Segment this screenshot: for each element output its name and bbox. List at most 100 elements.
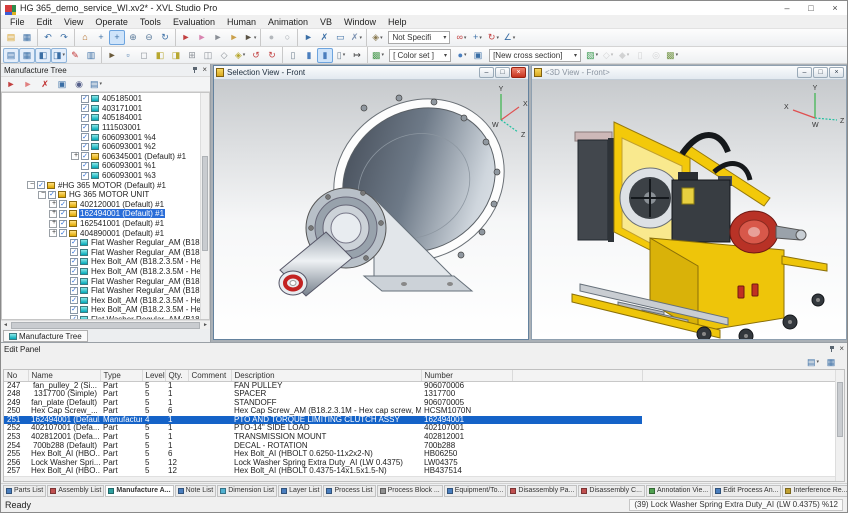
- section-rotate-icon[interactable]: ◇: [600, 48, 616, 63]
- expander-icon[interactable]: [27, 181, 36, 190]
- table-row[interactable]: 254 700b288 (Default) Part 5 1 DECAL - R…: [4, 442, 835, 451]
- menu-item[interactable]: Animation: [262, 17, 314, 27]
- color-set-dropdown[interactable]: [ Color set ]: [389, 48, 452, 62]
- tree-item[interactable]: Flat Washer Regular_AM (B18.22M - Plain …: [2, 238, 200, 248]
- minimize-button[interactable]: –: [775, 1, 799, 15]
- tree-item[interactable]: Flat Washer Regular_AM (B18.22M - Plain …: [2, 315, 200, 319]
- tree-item[interactable]: 606345001 (Default) #1: [2, 152, 200, 162]
- open-file-icon[interactable]: ▤: [3, 30, 19, 45]
- measure-rotate-icon[interactable]: ↻: [485, 30, 501, 45]
- pin-icon[interactable]: [191, 66, 199, 74]
- tree-item[interactable]: Flat Washer Regular_AM (B18.22M - Plain …: [2, 276, 200, 286]
- tree-item[interactable]: 606093001 %1: [2, 161, 200, 171]
- wireframe-icon[interactable]: ▯: [285, 48, 301, 63]
- bottom-tab[interactable]: Assembly List: [47, 484, 105, 497]
- bottom-tab[interactable]: Manufacture A...: [105, 484, 174, 497]
- menu-item[interactable]: View: [58, 17, 89, 27]
- visibility-checkbox[interactable]: [70, 277, 78, 286]
- scrollbar-thumb[interactable]: [837, 382, 843, 437]
- cross-tool2-icon[interactable]: ✗: [348, 30, 364, 45]
- visibility-checkbox[interactable]: [81, 104, 89, 113]
- visibility-checkbox[interactable]: [81, 161, 89, 170]
- view-minimize-button[interactable]: –: [797, 67, 812, 78]
- select-surface-icon[interactable]: ►: [210, 30, 226, 45]
- tree-item[interactable]: Flat Washer Regular_AM (B18.22M - Plain …: [2, 286, 200, 296]
- view-dimetric-icon[interactable]: ◈: [232, 48, 248, 63]
- close-panel-icon[interactable]: ×: [202, 66, 207, 74]
- hidden-line-icon[interactable]: ▯: [333, 48, 349, 63]
- tree-item[interactable]: 405185001: [2, 94, 200, 104]
- tree-item[interactable]: 606093001 %2: [2, 142, 200, 152]
- visibility-checkbox[interactable]: [81, 152, 89, 161]
- table-row[interactable]: 248 1317700 (Simple) Part 5 1 SPACER 131…: [4, 390, 835, 399]
- maximize-button[interactable]: □: [799, 1, 823, 15]
- table-row[interactable]: 257 Hex Bolt_AI (HBO... Part 5 12 Hex Bo…: [4, 467, 835, 476]
- select-group-icon[interactable]: ►: [226, 30, 242, 45]
- view3d-viewport[interactable]: Y X Z W: [532, 80, 846, 339]
- tree-item[interactable]: 606093001 %4: [2, 132, 200, 142]
- visibility-checkbox[interactable]: [70, 248, 78, 257]
- menu-item[interactable]: File: [4, 17, 31, 27]
- view-top-icon[interactable]: ⊞: [184, 48, 200, 63]
- visibility-checkbox[interactable]: [59, 229, 67, 238]
- expander-icon[interactable]: [49, 200, 58, 209]
- view-close-button[interactable]: ×: [511, 67, 526, 78]
- save-file-icon[interactable]: ▦: [19, 30, 35, 45]
- menu-item[interactable]: VB: [314, 17, 338, 27]
- scrollbar-thumb[interactable]: [202, 156, 208, 252]
- view-close-button[interactable]: ×: [829, 67, 844, 78]
- visibility-checkbox[interactable]: [59, 219, 67, 228]
- expander-icon[interactable]: [71, 152, 80, 161]
- visibility-checkbox[interactable]: [81, 133, 89, 142]
- add-related-icon[interactable]: ►: [20, 77, 36, 92]
- view-right-icon[interactable]: ◨: [168, 48, 184, 63]
- visibility-checkbox[interactable]: [70, 238, 78, 247]
- remove-icon[interactable]: ✗: [37, 77, 53, 92]
- bottom-tab[interactable]: Disassembly C...: [578, 484, 645, 497]
- tree-item[interactable]: 162541001 (Default) #1: [2, 219, 200, 229]
- expander-icon[interactable]: [38, 190, 47, 199]
- rotate-view-icon[interactable]: ↻: [157, 30, 173, 45]
- col-no[interactable]: No: [4, 370, 29, 382]
- bottom-tab[interactable]: Equipment/To...: [443, 484, 507, 497]
- layout-custom-icon[interactable]: ◨: [51, 47, 68, 63]
- tree-item[interactable]: 405184001: [2, 113, 200, 123]
- scroll-left-icon[interactable]: ◄: [1, 322, 10, 328]
- frame-zoom-icon[interactable]: ▫: [120, 48, 136, 63]
- close-button[interactable]: ×: [823, 1, 847, 15]
- view3d-titlebar[interactable]: <3D View - Front> – □ ×: [532, 66, 846, 80]
- cross-tool-icon[interactable]: ✗: [316, 30, 332, 45]
- visibility-checkbox[interactable]: [37, 181, 45, 190]
- tree-item[interactable]: 403171001: [2, 104, 200, 114]
- visibility-checkbox[interactable]: [70, 305, 78, 314]
- menu-item[interactable]: Human: [221, 17, 262, 27]
- compass-icon[interactable]: ◈: [369, 30, 385, 45]
- col-comment[interactable]: Comment: [188, 370, 232, 382]
- layout-split-icon[interactable]: ◧: [35, 47, 51, 63]
- zoom-in-icon[interactable]: ⊕: [125, 30, 141, 45]
- visibility-checkbox[interactable]: [70, 286, 78, 295]
- annotate-pen-icon[interactable]: ✎: [67, 48, 83, 63]
- visibility-checkbox[interactable]: [48, 190, 56, 199]
- menu-item[interactable]: Operate: [89, 17, 134, 27]
- view-iso-icon[interactable]: ◇: [216, 48, 232, 63]
- col-number[interactable]: Number: [421, 370, 513, 382]
- expander-icon[interactable]: [49, 229, 58, 238]
- cursor-snap-icon[interactable]: ►: [104, 48, 120, 63]
- visibility-checkbox[interactable]: [59, 209, 67, 218]
- col-description[interactable]: Description: [231, 370, 422, 382]
- section-doc-icon[interactable]: ▯: [632, 48, 648, 63]
- show-frame-icon[interactable]: ▣: [54, 77, 70, 92]
- cross-section-book-icon[interactable]: ▧: [584, 48, 600, 63]
- measure-distance-icon[interactable]: ∞: [453, 30, 469, 45]
- col-name[interactable]: Name: [28, 370, 101, 382]
- selection-viewport[interactable]: Y X Z W: [214, 80, 528, 339]
- notebook-icon[interactable]: ▥: [83, 48, 99, 63]
- rotate-ccw-icon[interactable]: ↺: [248, 48, 264, 63]
- bottom-tab[interactable]: Parts List: [3, 484, 47, 497]
- close-panel-icon[interactable]: ×: [839, 345, 844, 353]
- visibility-checkbox[interactable]: [81, 171, 89, 180]
- bottom-tab[interactable]: Process Block ...: [376, 484, 443, 497]
- table-row[interactable]: 252 402107001 (Defa... Part 5 1 PTO-14" …: [4, 424, 835, 433]
- tree-item[interactable]: Hex Bolt_AM (B18.2.3.5M - Hex bolt M12 x…: [2, 267, 200, 277]
